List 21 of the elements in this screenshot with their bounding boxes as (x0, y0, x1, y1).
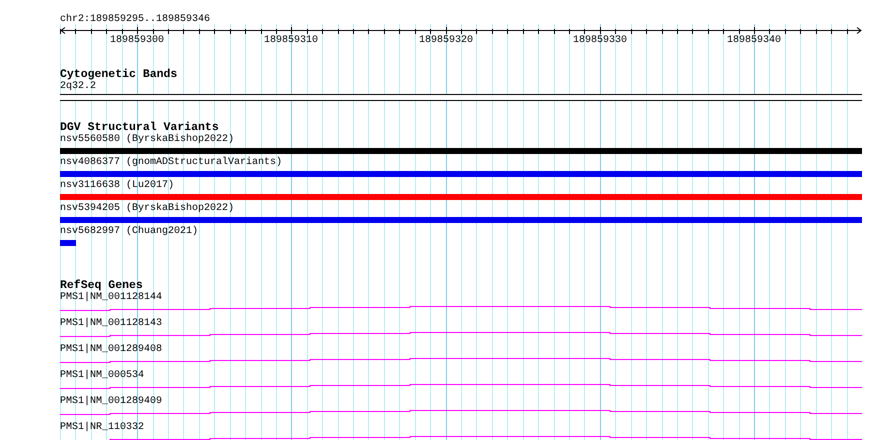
transcript-label: PMS1|NM_001128143 (60, 318, 162, 330)
track-title: DGV Structural Variants (60, 121, 219, 134)
variant-label: nsv5682997 (Chuang2021) (60, 226, 198, 238)
variant-label: nsv5560580 (ByrskaBishop2022) (60, 134, 234, 146)
ruler-label: 189859310 (264, 35, 318, 47)
track-title: Cytogenetic Bands (60, 68, 178, 81)
transcript-label: PMS1|NR_110332 (60, 422, 144, 434)
transcript-label: PMS1|NM_001128144 (60, 292, 162, 304)
ruler-label: 189859300 (110, 35, 164, 47)
ruler-label: 189859320 (419, 35, 473, 47)
transcript-label: PMS1|NM_001289408 (60, 344, 162, 356)
variant-label: nsv5394205 (ByrskaBishop2022) (60, 203, 234, 215)
ruler-label: 189859340 (727, 35, 781, 47)
variant-label: nsv4086377 (gnomADStructuralVariants) (60, 157, 282, 169)
transcript-label: PMS1|NM_000534 (60, 370, 144, 382)
location-label: chr2:189859295..189859346 (60, 14, 210, 26)
variant-label: nsv3116638 (Lu2017) (60, 180, 174, 192)
track-title: RefSeq Genes (60, 279, 143, 292)
transcript-label: PMS1|NM_001289409 (60, 396, 162, 408)
ruler-label: 189859330 (573, 35, 627, 47)
band-label: 2q32.2 (60, 81, 96, 93)
